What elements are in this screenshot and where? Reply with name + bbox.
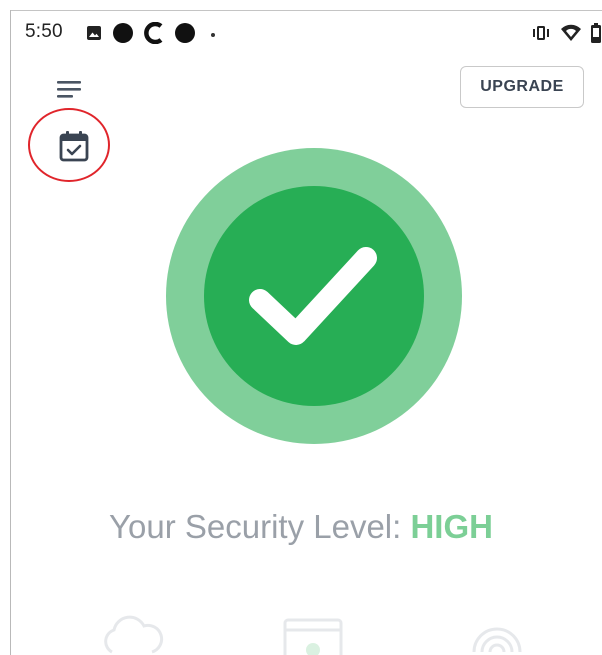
calendar-check-icon [59, 131, 89, 162]
system-icons [530, 21, 602, 45]
scheduled-scan-button[interactable] [52, 124, 96, 168]
circle-icon [175, 23, 195, 43]
menu-button[interactable] [52, 72, 86, 106]
browser-icon[interactable] [280, 612, 346, 655]
app-screen: 5:50 UPGRADE Your Security Level: HIGH [0, 0, 602, 655]
badge-inner-circle [204, 186, 424, 406]
c-icon [144, 22, 163, 44]
security-level-value: HIGH [410, 508, 493, 545]
battery-icon [591, 23, 601, 43]
cloud-icon[interactable] [98, 612, 164, 655]
status-time: 5:50 [25, 21, 63, 42]
security-level-text: Your Security Level: HIGH [0, 508, 602, 546]
status-bar: 5:50 [11, 11, 602, 55]
dot-icon [211, 33, 215, 37]
screen-border-left [10, 10, 11, 655]
security-level-label: Your Security Level: [109, 508, 411, 545]
circle-icon [113, 23, 133, 43]
security-status-badge[interactable] [166, 148, 462, 444]
notification-icons [86, 20, 220, 46]
menu-icon [57, 81, 81, 98]
feature-icons-row [0, 612, 602, 655]
fingerprint-icon[interactable] [464, 612, 530, 655]
wifi-icon [561, 24, 581, 41]
image-icon [87, 26, 101, 40]
upgrade-button[interactable]: UPGRADE [460, 66, 584, 108]
vibrate-icon [533, 26, 549, 40]
